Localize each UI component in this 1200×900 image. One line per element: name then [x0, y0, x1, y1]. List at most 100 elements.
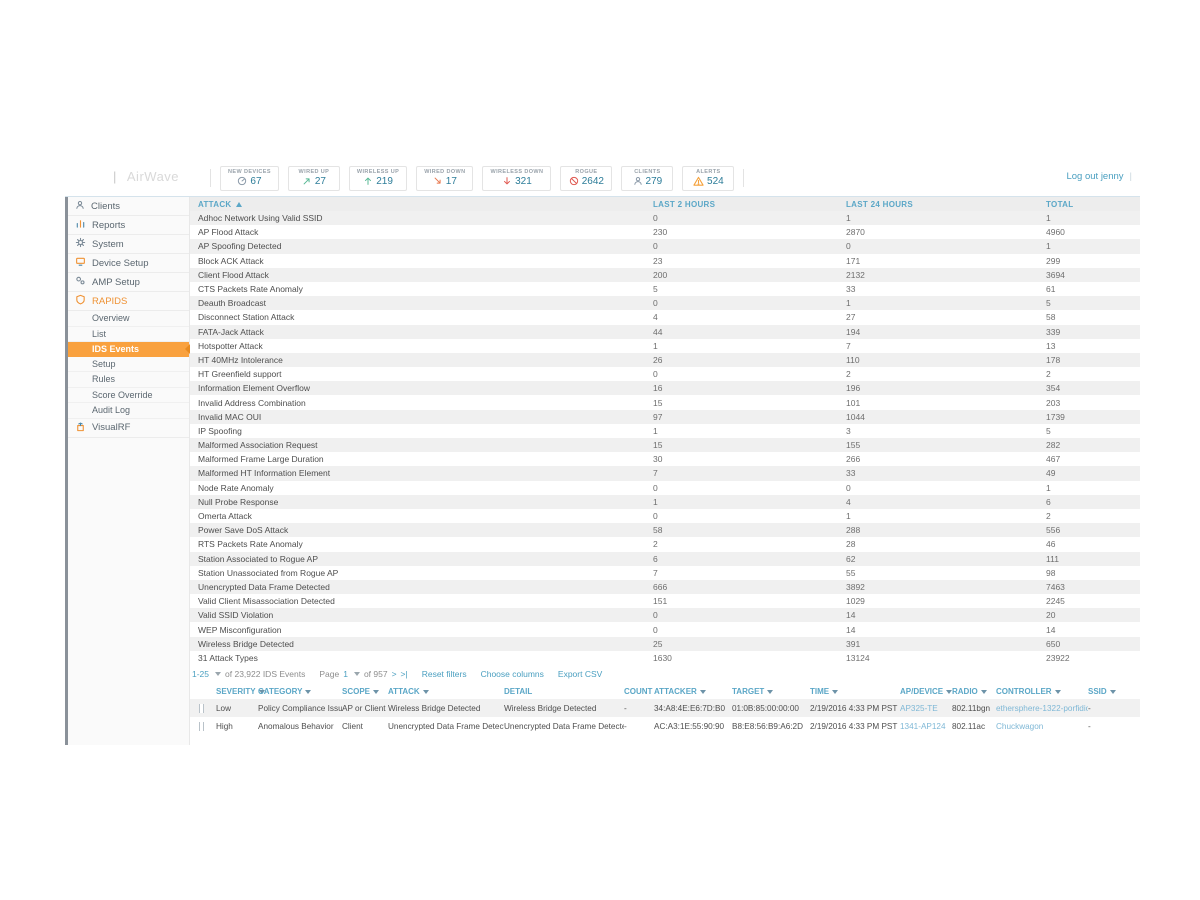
- last-2-hours-value: 0: [645, 369, 838, 379]
- stat-card-clients[interactable]: CLIENTS 279: [621, 166, 673, 191]
- choose-columns-link[interactable]: Choose columns: [481, 669, 544, 679]
- attack-row[interactable]: Deauth Broadcast 0 1 5: [190, 296, 1140, 310]
- column-header-last-24-hours[interactable]: LAST 24 HOURS: [838, 200, 1038, 209]
- attack-row[interactable]: AP Flood Attack 230 2870 4960: [190, 225, 1140, 239]
- attack-row[interactable]: Invalid Address Combination 15 101 203: [190, 395, 1140, 409]
- event-row[interactable]: Low Policy Compliance Issue AP or Client…: [190, 699, 1140, 717]
- attack-name: Malformed Association Request: [190, 440, 645, 450]
- sidebar-subitem-rules[interactable]: Rules: [68, 372, 189, 388]
- last-2-hours-value: 25: [645, 639, 838, 649]
- attack-row[interactable]: Malformed Frame Large Duration 30 266 46…: [190, 452, 1140, 466]
- sidebar-item-amp-setup[interactable]: AMP Setup: [68, 273, 189, 292]
- attack-row[interactable]: Invalid MAC OUI 97 1044 1739: [190, 410, 1140, 424]
- attack-row[interactable]: Station Unassociated from Rogue AP 7 55 …: [190, 566, 1140, 580]
- attack-name: Station Unassociated from Rogue AP: [190, 568, 645, 578]
- sidebar-subitem-audit-log[interactable]: Audit Log: [68, 403, 189, 419]
- last-24-hours-value: 3892: [838, 582, 1038, 592]
- attack-row[interactable]: HT Greenfield support 0 2 2: [190, 367, 1140, 381]
- attack-row[interactable]: Malformed Association Request 15 155 282: [190, 438, 1140, 452]
- attack-row[interactable]: Power Save DoS Attack 58 288 556: [190, 523, 1140, 537]
- column-header-total[interactable]: TOTAL: [1038, 200, 1140, 209]
- attack-row[interactable]: Information Element Overflow 16 196 354: [190, 381, 1140, 395]
- sidebar-item-clients[interactable]: Clients: [68, 197, 189, 216]
- next-page-button[interactable]: >: [392, 669, 397, 679]
- sidebar-item-system[interactable]: System: [68, 235, 189, 254]
- column-header-attack[interactable]: ATTACK: [190, 200, 645, 209]
- stat-card-rogue[interactable]: ROGUE 2642: [560, 166, 612, 191]
- page-select[interactable]: 1: [343, 669, 348, 679]
- logout-link[interactable]: Log out jenny|: [1066, 171, 1132, 182]
- event-controller-link[interactable]: ethersphere-1322-porfidio: [996, 704, 1088, 713]
- stat-card-wireless-down[interactable]: WIRELESS DOWN 321: [482, 166, 551, 191]
- attack-row[interactable]: Malformed HT Information Element 7 33 49: [190, 466, 1140, 480]
- events-column-header-attack[interactable]: ATTACK: [388, 687, 504, 696]
- row-checkbox[interactable]: [199, 722, 204, 731]
- attack-row[interactable]: Valid SSID Violation 0 14 20: [190, 608, 1140, 622]
- attack-row[interactable]: Block ACK Attack 23 171 299: [190, 254, 1140, 268]
- events-column-header-attacker[interactable]: ATTACKER: [654, 687, 732, 696]
- last-24-hours-value: 62: [838, 554, 1038, 564]
- last-24-hours-value: 171: [838, 256, 1038, 266]
- events-column-header-ap-device[interactable]: AP/DEVICE: [900, 687, 952, 696]
- sidebar-item-visualrf[interactable]: VisualRF: [68, 419, 189, 438]
- attack-row[interactable]: Node Rate Anomaly 0 0 1: [190, 481, 1140, 495]
- stat-card-wired-down[interactable]: WIRED DOWN 17: [416, 166, 473, 191]
- export-csv-link[interactable]: Export CSV: [558, 669, 602, 679]
- row-checkbox[interactable]: [199, 704, 204, 713]
- attack-row[interactable]: Adhoc Network Using Valid SSID 0 1 1: [190, 211, 1140, 225]
- events-column-header-radio[interactable]: RADIO: [952, 687, 996, 696]
- attack-row[interactable]: AP Spoofing Detected 0 0 1: [190, 239, 1140, 253]
- attack-row[interactable]: Disconnect Station Attack 4 27 58: [190, 310, 1140, 324]
- stat-card-wireless-up[interactable]: WIRELESS UP 219: [349, 166, 407, 191]
- sidebar-subitem-score-override[interactable]: Score Override: [68, 388, 189, 404]
- attack-row[interactable]: Unencrypted Data Frame Detected 666 3892…: [190, 580, 1140, 594]
- stat-card-new-devices[interactable]: NEW DEVICES 67: [220, 166, 279, 191]
- sidebar-item-reports[interactable]: Reports: [68, 216, 189, 235]
- last-page-button[interactable]: >|: [401, 669, 408, 679]
- column-header-last-2-hours[interactable]: LAST 2 HOURS: [645, 200, 838, 209]
- attack-row[interactable]: Hotspotter Attack 1 7 13: [190, 339, 1140, 353]
- events-column-header-severity[interactable]: SEVERITY: [216, 687, 258, 696]
- attack-row[interactable]: CTS Packets Rate Anomaly 5 33 61: [190, 282, 1140, 296]
- stat-card-alerts[interactable]: ALERTS 524: [682, 166, 734, 191]
- sidebar-subitem-setup[interactable]: Setup: [68, 357, 189, 373]
- total-value: 13: [1038, 341, 1140, 351]
- attack-row[interactable]: Client Flood Attack 200 2132 3694: [190, 268, 1140, 282]
- events-column-header-controller[interactable]: CONTROLLER: [996, 687, 1088, 696]
- last-24-hours-value: 194: [838, 327, 1038, 337]
- stat-card-wired-up[interactable]: WIRED UP 27: [288, 166, 340, 191]
- stat-value: 321: [515, 176, 532, 187]
- events-column-header-scope[interactable]: SCOPE: [342, 687, 388, 696]
- event-row[interactable]: High Anomalous Behavior Client Unencrypt…: [190, 717, 1140, 735]
- events-column-header-target[interactable]: TARGET: [732, 687, 810, 696]
- events-column-header-count[interactable]: COUNT: [624, 687, 654, 696]
- sidebar-subitem-overview[interactable]: Overview: [68, 311, 189, 327]
- event-controller-link[interactable]: Chuckwagon: [996, 722, 1088, 731]
- attack-row[interactable]: HT 40MHz Intolerance 26 110 178: [190, 353, 1140, 367]
- sidebar-item-rapids[interactable]: RAPIDS: [68, 292, 189, 311]
- attack-totals-row[interactable]: 31 Attack Types 1630 13124 23922: [190, 651, 1140, 665]
- attack-row[interactable]: RTS Packets Rate Anomaly 2 28 46: [190, 537, 1140, 551]
- attack-row[interactable]: Null Probe Response 1 4 6: [190, 495, 1140, 509]
- attack-row[interactable]: FATA-Jack Attack 44 194 339: [190, 325, 1140, 339]
- rows-per-page-select[interactable]: 1-25: [192, 669, 209, 679]
- attack-row[interactable]: Station Associated to Rogue AP 6 62 111: [190, 552, 1140, 566]
- attack-row[interactable]: Wireless Bridge Detected 25 391 650: [190, 637, 1140, 651]
- sidebar-subitem-list[interactable]: List: [68, 327, 189, 343]
- event-ap-device-link[interactable]: 1341-AP124: [900, 722, 952, 731]
- total-value: 23922: [1038, 653, 1140, 663]
- attack-row[interactable]: Omerta Attack 0 1 2: [190, 509, 1140, 523]
- events-column-header-detail[interactable]: DETAIL: [504, 687, 624, 696]
- sidebar-subitem-ids-events[interactable]: IDS Events: [68, 342, 189, 357]
- reset-filters-link[interactable]: Reset filters: [422, 669, 467, 679]
- attack-row[interactable]: IP Spoofing 1 3 5: [190, 424, 1140, 438]
- events-column-header-category[interactable]: CATEGORY: [258, 687, 342, 696]
- attack-row[interactable]: Valid Client Misassociation Detected 151…: [190, 594, 1140, 608]
- sidebar-item-device-setup[interactable]: Device Setup: [68, 254, 189, 273]
- event-radio: 802.11bgn: [952, 704, 996, 713]
- attack-row[interactable]: WEP Misconfiguration 0 14 14: [190, 622, 1140, 636]
- events-column-header-ssid[interactable]: SSID: [1088, 687, 1140, 696]
- event-ap-device-link[interactable]: AP325-TE: [900, 704, 952, 713]
- events-column-header-time[interactable]: TIME: [810, 687, 900, 696]
- last-24-hours-value: 33: [838, 468, 1038, 478]
